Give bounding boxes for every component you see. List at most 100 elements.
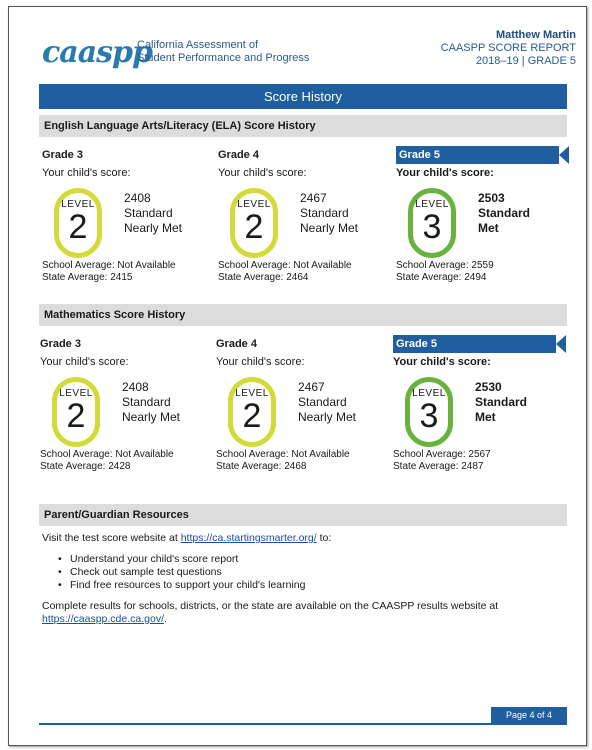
caaspp-results-link[interactable]: https://caaspp.cde.ca.gov/ (42, 613, 164, 625)
level-badge: LEVEL 2 (228, 377, 276, 447)
school-average: School Average: Not Available (42, 260, 176, 271)
intro-suffix: to: (316, 532, 332, 544)
scale-score: 2467 (298, 380, 325, 394)
resources-closing: Complete results for schools, districts,… (42, 600, 562, 626)
score-history-banner: Score History (39, 84, 567, 109)
level-badge: LEVEL 2 (52, 377, 100, 447)
level-badge: LEVEL 2 (230, 188, 278, 258)
footer-divider (39, 723, 567, 725)
status-line-1: Standard (478, 206, 531, 220)
state-average: State Average: 2487 (393, 461, 484, 472)
org-line-1: California Assessment of (137, 39, 259, 51)
score-details: 2503 Standard Met (478, 191, 530, 236)
score-details: 2408 Standard Nearly Met (124, 191, 182, 236)
school-average: School Average: 2567 (393, 449, 491, 460)
resources-intro: Visit the test score website at https://… (42, 532, 562, 545)
averages: School Average: Not Available State Aver… (218, 260, 352, 284)
level-badge: LEVEL 3 (408, 188, 456, 258)
ela-grade5-card: Grade 5 Your child's score: LEVEL 3 2503… (396, 146, 569, 296)
state-average: State Average: 2415 (42, 272, 133, 283)
page-number: Page 4 of 4 (491, 707, 567, 724)
status-line-2: Met (478, 221, 499, 235)
status-line-2: Nearly Met (298, 410, 357, 424)
score-label: Your child's score: (40, 356, 129, 368)
school-average: School Average: Not Available (218, 260, 352, 271)
closing-text: Complete results for schools, districts,… (42, 600, 499, 612)
status-line-2: Nearly Met (300, 221, 359, 235)
org-line-2: Student Performance and Progress (137, 52, 310, 64)
grade-label-current: Grade 5 (396, 146, 569, 164)
grade-label: Grade 3 (40, 338, 81, 350)
scale-score: 2408 (122, 380, 149, 394)
organization-name: California Assessment of Student Perform… (137, 39, 309, 65)
math-grade4-card: Grade 4 Your child's score: LEVEL 2 2467… (216, 335, 386, 485)
year-grade: 2018–19 | GRADE 5 (475, 55, 576, 67)
math-grade5-card: Grade 5 Your child's score: LEVEL 3 2530… (393, 335, 566, 485)
averages: School Average: Not Available State Aver… (40, 449, 174, 473)
ela-grade4-card: Grade 4 Your child's score: LEVEL 2 2467… (218, 146, 388, 296)
school-average: School Average: Not Available (216, 449, 350, 460)
score-details: 2467 Standard Nearly Met (298, 380, 356, 425)
score-details: 2467 Standard Nearly Met (300, 191, 358, 236)
level-number: 2 (66, 397, 86, 435)
status-line-1: Standard (122, 395, 171, 409)
resources-section-title: Parent/Guardian Resources (39, 504, 567, 526)
report-title: CAASPP SCORE REPORT (440, 42, 576, 54)
state-average: State Average: 2468 (216, 461, 307, 472)
averages: School Average: 2559 State Average: 2494 (396, 260, 494, 284)
level-number: 2 (242, 397, 262, 435)
status-line-1: Standard (300, 206, 349, 220)
scale-score: 2467 (300, 191, 327, 205)
score-label: Your child's score: (42, 167, 131, 179)
level-number: 2 (244, 208, 264, 246)
ela-section-title: English Language Arts/Literacy (ELA) Sco… (39, 115, 567, 137)
status-line-2: Nearly Met (122, 410, 181, 424)
level-number: 3 (422, 208, 442, 246)
resources-list: Understand your child's score report Che… (58, 553, 562, 592)
grade-label: Grade 4 (216, 338, 257, 350)
logo-text: caaspp (42, 35, 153, 70)
level-number: 3 (419, 397, 439, 435)
averages: School Average: Not Available State Aver… (42, 260, 176, 284)
math-grade3-card: Grade 3 Your child's score: LEVEL 2 2408… (40, 335, 210, 485)
ela-grade3-card: Grade 3 Your child's score: LEVEL 2 2408… (42, 146, 212, 296)
starting-smarter-link[interactable]: https://ca.startingsmarter.org/ (181, 532, 317, 544)
scale-score: 2503 (478, 191, 505, 205)
status-line-1: Standard (475, 395, 528, 409)
intro-prefix: Visit the test score website at (42, 532, 181, 544)
level-badge: LEVEL 2 (54, 188, 102, 258)
score-details: 2408 Standard Nearly Met (122, 380, 180, 425)
list-item: Find free resources to support your chil… (58, 579, 562, 592)
score-label: Your child's score: (393, 356, 491, 368)
score-label: Your child's score: (396, 167, 494, 179)
state-average: State Average: 2428 (40, 461, 131, 472)
school-average: School Average: 2559 (396, 260, 494, 271)
scale-score: 2408 (124, 191, 151, 205)
level-number: 2 (68, 208, 88, 246)
state-average: State Average: 2464 (218, 272, 309, 283)
list-item: Understand your child's score report (58, 553, 562, 566)
resources-body: Visit the test score website at https://… (42, 532, 562, 626)
score-label: Your child's score: (216, 356, 305, 368)
state-average: State Average: 2494 (396, 272, 487, 283)
student-name: Matthew Martin (495, 29, 576, 41)
grade-label: Grade 3 (42, 149, 83, 161)
closing-suffix: . (164, 613, 167, 625)
averages: School Average: Not Available State Aver… (216, 449, 350, 473)
grade-label-current: Grade 5 (393, 335, 566, 353)
report-header-info: Matthew Martin CAASPP SCORE REPORT 2018–… (441, 29, 576, 68)
averages: School Average: 2567 State Average: 2487 (393, 449, 491, 473)
scale-score: 2530 (475, 380, 502, 394)
caaspp-logo: caaspp (42, 35, 153, 73)
score-details: 2530 Standard Met (475, 380, 527, 425)
status-line-1: Standard (124, 206, 173, 220)
list-item: Check out sample test questions (58, 566, 562, 579)
math-section-title: Mathematics Score History (39, 304, 567, 326)
score-label: Your child's score: (218, 167, 307, 179)
grade-label: Grade 4 (218, 149, 259, 161)
school-average: School Average: Not Available (40, 449, 174, 460)
status-line-1: Standard (298, 395, 347, 409)
status-line-2: Nearly Met (124, 221, 183, 235)
status-line-2: Met (475, 410, 496, 424)
score-report-page: caaspp California Assessment of Student … (8, 6, 587, 746)
